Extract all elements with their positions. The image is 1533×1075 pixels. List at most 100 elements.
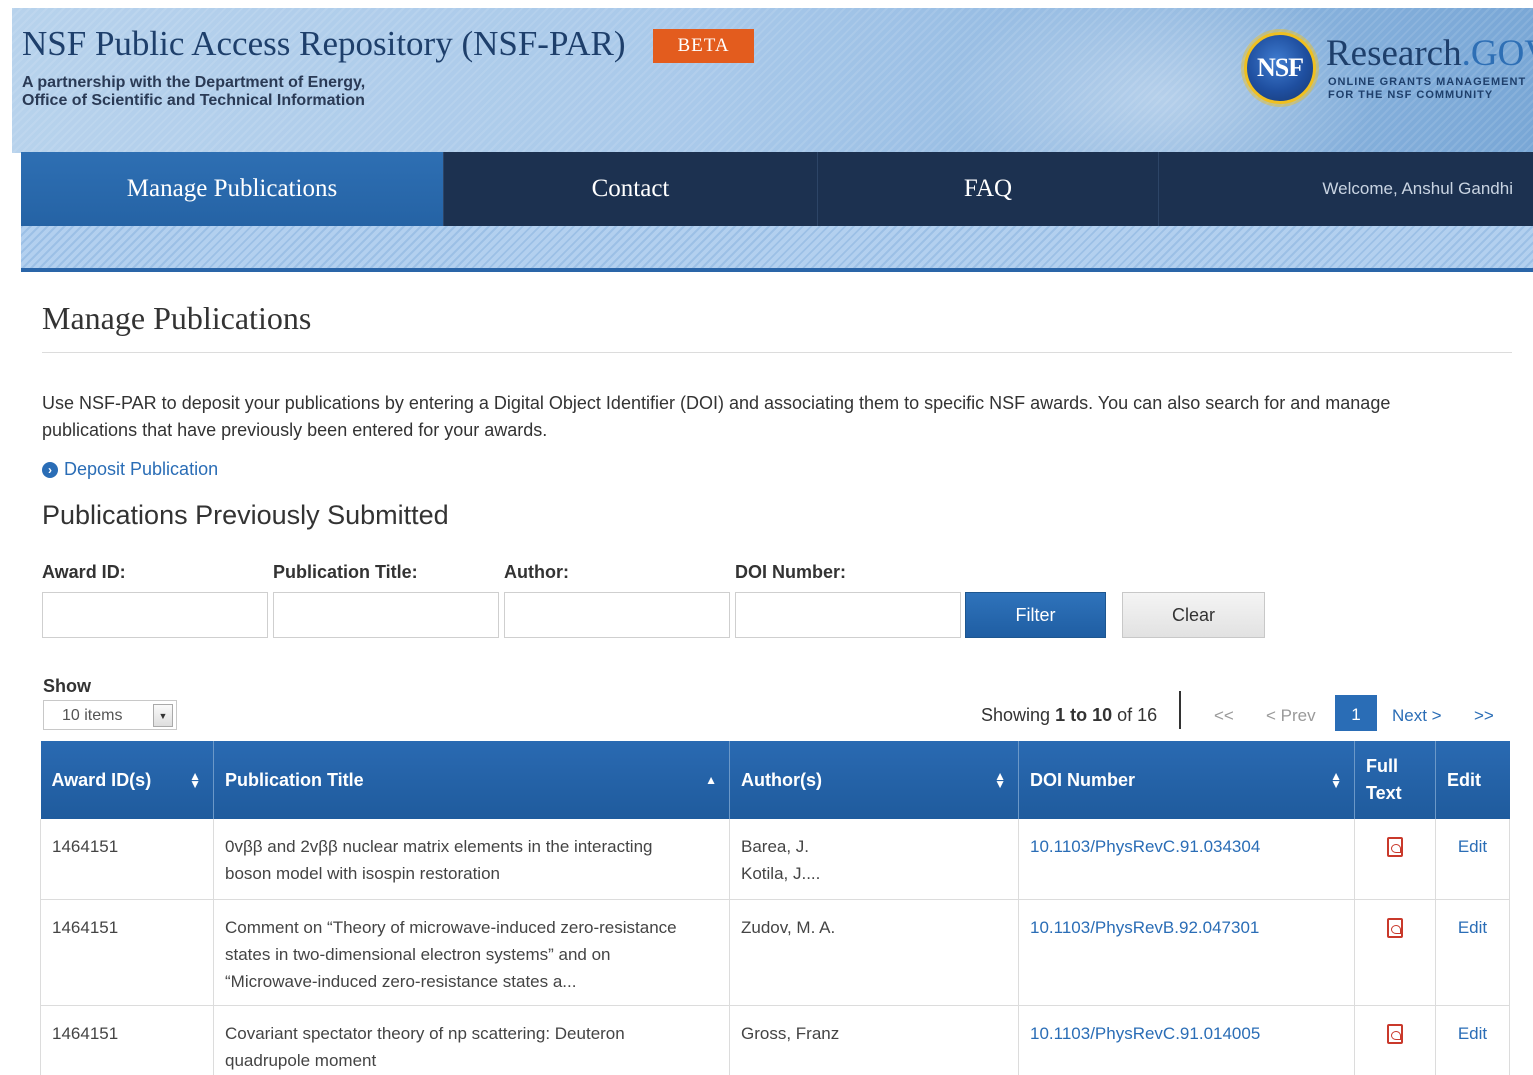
logo-tagline: ONLINE GRANTS MANAGEMENT FOR THE NSF COM… xyxy=(1328,76,1526,102)
beta-badge: BETA xyxy=(653,29,754,63)
authors-cell: Gross, Franz xyxy=(729,1005,1019,1075)
award-id-label: Award ID: xyxy=(42,562,126,582)
publication-title-cell: 0vββ and 2vββ nuclear matrix elements in… xyxy=(213,819,730,900)
nsf-seal-icon: NSF xyxy=(1244,32,1316,104)
nav-manage-publications[interactable]: Manage Publications xyxy=(21,152,444,226)
column-header-label: Full xyxy=(1366,756,1398,776)
doi-number-label: DOI Number: xyxy=(735,562,847,582)
logo-brand-suffix: .GOV xyxy=(1461,33,1533,74)
nav-divider xyxy=(21,268,1533,272)
sort-icon: ▲ ▼ xyxy=(189,769,201,791)
deposit-link-label: Deposit Publication xyxy=(64,459,219,479)
subtitle-line: Office of Scientific and Technical Infor… xyxy=(22,92,365,109)
show-label: Show xyxy=(43,676,91,696)
publications-table: Award ID(s) ▲ ▼ Publication Title ▲ Autho… xyxy=(40,741,1510,1075)
doi-cell: 10.1103/PhysRevC.91.014005 xyxy=(1018,1005,1355,1075)
column-header-edit: Edit xyxy=(1435,741,1510,819)
author-input[interactable] xyxy=(504,592,730,638)
edit-link[interactable]: Edit xyxy=(1447,1020,1498,1047)
site-title: NSF Public Access Repository (NSF-PAR) xyxy=(22,24,626,63)
pdf-icon[interactable] xyxy=(1387,837,1403,857)
pager-divider xyxy=(1179,691,1181,729)
publication-title-label: Publication Title: xyxy=(273,562,418,582)
pdf-icon[interactable] xyxy=(1387,1023,1403,1044)
pager-first[interactable]: << xyxy=(1214,706,1234,726)
items-per-page-select[interactable]: 10 items ▼ xyxy=(43,700,177,730)
section-title: Publications Previously Submitted xyxy=(42,500,449,530)
research-gov-logo[interactable]: NSF Research.GOV ONLINE GRANTS MANAGEMEN… xyxy=(1244,30,1533,110)
logo-brand-text: Research xyxy=(1326,33,1462,74)
doi-number-input[interactable] xyxy=(735,592,961,638)
edit-cell: Edit xyxy=(1435,819,1510,900)
title-line: boson model with isospin restoration xyxy=(225,864,500,883)
title-line: Comment on “Theory of microwave-induced … xyxy=(225,917,677,937)
edit-link[interactable]: Edit xyxy=(1447,914,1498,941)
column-header-label: Text xyxy=(1366,783,1402,803)
pager-last[interactable]: >> xyxy=(1474,706,1494,726)
column-header-label: Award ID(s) xyxy=(51,769,152,790)
title-divider xyxy=(42,352,1512,353)
doi-link[interactable]: 10.1103/PhysRevB.92.047301 xyxy=(1030,918,1259,937)
author-line: Barea, J. xyxy=(741,837,810,856)
edit-cell: Edit xyxy=(1435,1005,1510,1075)
nav-faq[interactable]: FAQ xyxy=(818,152,1159,226)
publication-title-cell: Comment on “Theory of microwave-induced … xyxy=(213,899,730,1006)
nav-contact[interactable]: Contact xyxy=(444,152,818,226)
column-header-full-text: Full Text xyxy=(1354,741,1436,819)
pager-next[interactable]: Next > xyxy=(1392,706,1442,726)
clear-button[interactable]: Clear xyxy=(1122,592,1265,638)
logo-brand: Research.GOV xyxy=(1326,32,1533,75)
column-header-authors[interactable]: Author(s) ▲ ▼ xyxy=(729,741,1019,819)
pdf-icon[interactable] xyxy=(1387,917,1403,938)
doi-cell: 10.1103/PhysRevB.92.047301 xyxy=(1018,899,1355,1006)
title-line: Covariant spectator theory of np scatter… xyxy=(225,1023,625,1043)
edit-link[interactable]: Edit xyxy=(1447,833,1498,860)
award-id-input[interactable] xyxy=(42,592,268,638)
showing-prefix: Showing xyxy=(981,705,1056,725)
filter-button[interactable]: Filter xyxy=(965,592,1106,638)
author-line: Kotila, J.... xyxy=(741,864,821,883)
sort-ascending-icon: ▲ xyxy=(705,773,717,787)
page-title: Manage Publications xyxy=(42,300,312,336)
column-header-award-ids[interactable]: Award ID(s) ▲ ▼ xyxy=(40,741,214,819)
pager-prev[interactable]: < Prev xyxy=(1266,706,1316,726)
doi-cell: 10.1103/PhysRevC.91.034304 xyxy=(1018,819,1355,900)
table-header-row: Award ID(s) ▲ ▼ Publication Title ▲ Autho… xyxy=(40,741,1510,819)
welcome-message: Welcome, Anshul Gandhi xyxy=(1159,152,1533,226)
table-row: 1464151 Covariant spectator theory of np… xyxy=(40,1005,1510,1075)
full-text-cell xyxy=(1354,899,1436,1006)
authors-cell: Zudov, M. A. xyxy=(729,899,1019,1006)
title-line: quadrupole moment xyxy=(225,1050,377,1070)
nav-stripe xyxy=(21,226,1533,269)
table-row: 1464151 0vββ and 2vββ nuclear matrix ele… xyxy=(40,819,1510,900)
intro-text: Use NSF-PAR to deposit your publications… xyxy=(42,393,1391,440)
showing-count: Showing 1 to 10 of 16 xyxy=(981,705,1157,726)
author-label: Author: xyxy=(504,562,569,582)
chevron-right-circle-icon: › xyxy=(42,461,58,478)
deposit-publication-link[interactable]: › Deposit Publication xyxy=(42,459,218,480)
chevron-down-icon[interactable]: ▼ xyxy=(153,704,173,727)
column-header-label: Author(s) xyxy=(741,769,822,790)
subtitle-line: A partnership with the Department of Ene… xyxy=(22,74,366,91)
full-text-cell xyxy=(1354,819,1436,900)
author-line: Gross, Franz xyxy=(741,1023,840,1043)
tagline-line: FOR THE NSF COMMUNITY xyxy=(1328,89,1494,101)
publication-title-input[interactable] xyxy=(273,592,499,638)
award-id-cell: 1464151 xyxy=(40,899,214,1006)
doi-link[interactable]: 10.1103/PhysRevC.91.014005 xyxy=(1030,1024,1260,1043)
award-id-cell: 1464151 xyxy=(40,819,214,900)
pager-page-1[interactable]: 1 xyxy=(1335,695,1377,731)
showing-range: 1 to 10 xyxy=(1055,705,1113,725)
column-header-label: Publication Title xyxy=(225,769,364,790)
site-header: NSF Public Access Repository (NSF-PAR) B… xyxy=(12,8,1533,153)
edit-cell: Edit xyxy=(1435,899,1510,1006)
title-line: “Microwave-induced zero-resistance state… xyxy=(225,971,577,991)
publication-title-cell: Covariant spectator theory of np scatter… xyxy=(213,1005,730,1075)
sort-icon: ▲ ▼ xyxy=(994,769,1006,791)
award-id-cell: 1464151 xyxy=(40,1005,214,1075)
column-header-publication-title[interactable]: Publication Title ▲ xyxy=(213,741,730,819)
title-line: states in two-dimensional electron syste… xyxy=(225,944,611,964)
column-header-doi-number[interactable]: DOI Number ▲ ▼ xyxy=(1018,741,1355,819)
showing-total: of 16 xyxy=(1112,705,1158,725)
doi-link[interactable]: 10.1103/PhysRevC.91.034304 xyxy=(1030,837,1260,856)
